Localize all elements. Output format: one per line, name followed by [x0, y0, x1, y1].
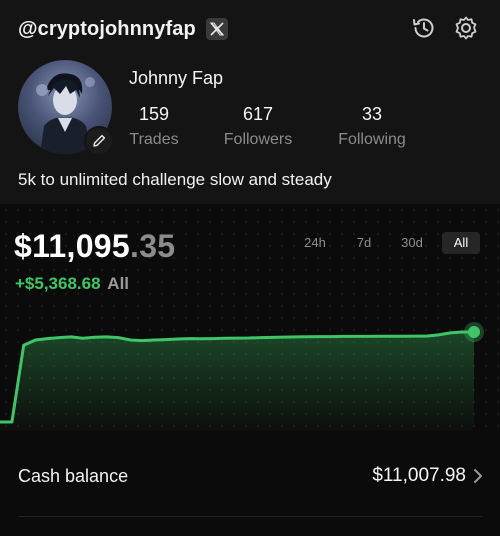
pnl-summary: +$5,368.68 All — [15, 274, 129, 294]
cash-balance-label: Cash balance — [18, 466, 129, 486]
range-30d-button[interactable]: 30d — [396, 232, 428, 254]
profile-header: @cryptojohnnyfap Johnny Fap 159 Trades 6… — [0, 0, 500, 204]
stat-label: Trades — [129, 131, 179, 148]
divider — [18, 516, 482, 517]
display-name: Johnny Fap — [129, 68, 224, 88]
stat-trades[interactable]: 159 Trades — [126, 104, 182, 149]
profile-bio: 5k to unlimited challenge slow and stead… — [18, 170, 332, 189]
chevron-right-icon — [474, 469, 482, 483]
chart-endpoint-dot — [468, 326, 480, 338]
edit-profile-button[interactable] — [84, 126, 114, 156]
gear-icon[interactable] — [452, 14, 480, 42]
balance-main: $11,095 — [14, 228, 131, 264]
avatar-container — [18, 60, 114, 156]
handle-row: @cryptojohnnyfap — [18, 14, 228, 44]
x-logo-icon[interactable] — [205, 18, 228, 40]
cash-balance-row[interactable]: Cash balance $11,007.98 — [0, 450, 500, 502]
chart-area-fill — [0, 332, 474, 430]
stat-followers[interactable]: 617 Followers — [218, 104, 298, 149]
x-logo-glyph — [209, 22, 224, 36]
portfolio-balance: $11,095.35 — [14, 228, 175, 265]
portfolio-chart[interactable] — [0, 300, 500, 430]
stat-value: 159 — [138, 104, 170, 124]
pencil-icon — [93, 134, 106, 147]
range-7d-button[interactable]: 7d — [352, 232, 376, 254]
pnl-value: +$5,368.68 — [15, 274, 101, 293]
cash-balance-value: $11,007.98 — [372, 465, 466, 486]
history-icon[interactable] — [410, 14, 438, 42]
stat-value: 33 — [361, 104, 383, 124]
range-all-button[interactable]: All — [442, 232, 480, 254]
stat-label: Followers — [223, 131, 293, 148]
range-24h-button[interactable]: 24h — [298, 232, 332, 254]
pnl-range-label: All — [107, 274, 130, 293]
stat-value: 617 — [242, 104, 274, 124]
stat-label: Following — [338, 131, 406, 148]
stat-following[interactable]: 33 Following — [330, 104, 414, 149]
balance-cents: .35 — [130, 228, 176, 264]
range-selector: 24h 7d 30d All — [290, 232, 486, 254]
profile-handle: @cryptojohnnyfap — [18, 17, 196, 40]
